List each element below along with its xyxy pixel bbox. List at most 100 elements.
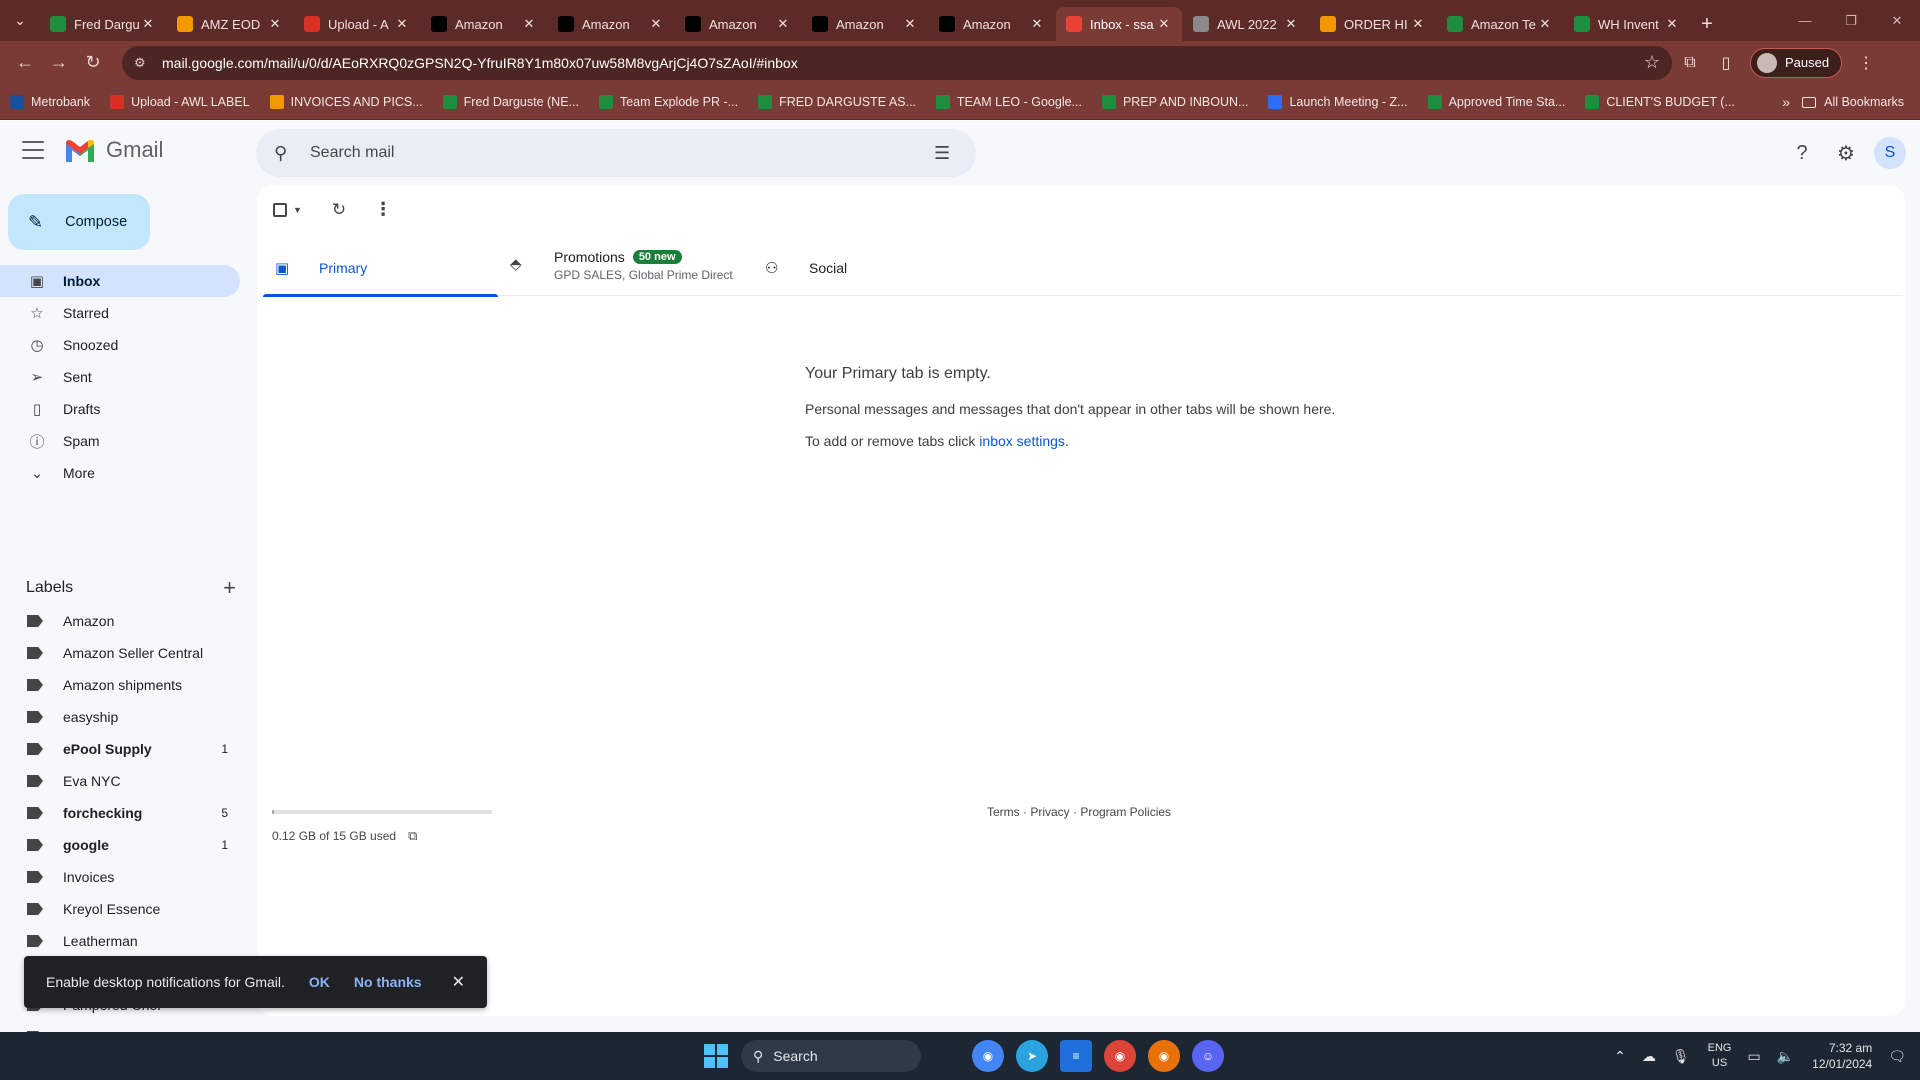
forward-button[interactable]: →: [42, 46, 76, 80]
search-input[interactable]: [310, 144, 934, 162]
minimize-button[interactable]: —: [1782, 0, 1828, 41]
open-storage-icon[interactable]: ⧉: [408, 828, 417, 844]
bookmark-item[interactable]: CLIENT'S BUDGET (...: [1585, 94, 1735, 109]
browser-tab[interactable]: Amazon Te ✕: [1437, 7, 1563, 41]
bookmark-item[interactable]: Team Explode PR -...: [598, 94, 738, 109]
close-tab-icon[interactable]: ✕: [1537, 16, 1553, 32]
chrome-profile-icon[interactable]: ◉: [972, 1040, 1004, 1072]
close-tab-icon[interactable]: ✕: [1664, 16, 1680, 32]
search-options-icon[interactable]: ☰: [934, 143, 958, 164]
refresh-icon[interactable]: ↻: [332, 200, 346, 220]
snackbar-close-icon[interactable]: ✕: [452, 972, 465, 992]
more-options-icon[interactable]: ⋮: [374, 199, 392, 220]
search-icon[interactable]: ⚲: [274, 143, 298, 164]
browser-tab[interactable]: Amazon ✕: [929, 7, 1055, 41]
sidebar-item-snoozed[interactable]: ◷ Snoozed: [0, 329, 240, 361]
search-bar[interactable]: ⚲ ☰: [256, 129, 976, 177]
chrome-alt-icon[interactable]: ◉: [1148, 1040, 1180, 1072]
close-tab-icon[interactable]: ✕: [1283, 16, 1299, 32]
sidebar-item-inbox[interactable]: ▣ Inbox: [0, 265, 240, 297]
compose-button[interactable]: ✎ Compose: [8, 194, 150, 250]
bookmark-item[interactable]: Launch Meeting - Z...: [1268, 94, 1408, 109]
close-tab-icon[interactable]: ✕: [1410, 16, 1426, 32]
label-item[interactable]: [0, 1021, 240, 1032]
sidebar-item-more[interactable]: ⌄ More: [0, 457, 240, 489]
sidebar-item-sent[interactable]: ➢ Sent: [0, 361, 240, 393]
close-tab-icon[interactable]: ✕: [267, 16, 283, 32]
bookmark-item[interactable]: Upload - AWL LABEL: [110, 94, 250, 109]
tray-chevron-up-icon[interactable]: ⌃: [1614, 1048, 1626, 1065]
label-item[interactable]: Amazon: [0, 605, 240, 637]
maximize-button[interactable]: ❐: [1828, 0, 1874, 41]
tab-search-button[interactable]: ⌄: [0, 0, 40, 41]
telegram-icon[interactable]: ➤: [1016, 1040, 1048, 1072]
bookmark-star-icon[interactable]: ☆: [1644, 52, 1660, 73]
label-item[interactable]: Invoices: [0, 861, 240, 893]
bookmark-item[interactable]: Metrobank: [10, 94, 90, 109]
reload-button[interactable]: ↻: [76, 46, 110, 80]
settings-gear-icon[interactable]: ⚙: [1824, 131, 1868, 175]
label-item[interactable]: google 1: [0, 829, 240, 861]
close-tab-icon[interactable]: ✕: [394, 16, 410, 32]
close-tab-icon[interactable]: ✕: [521, 16, 537, 32]
browser-tab[interactable]: Inbox - ssa ✕: [1056, 7, 1182, 41]
sidebar-item-starred[interactable]: ☆ Starred: [0, 297, 240, 329]
all-bookmarks-button[interactable]: All Bookmarks: [1802, 84, 1904, 120]
taskbar-search[interactable]: ⚲ Search: [741, 1040, 921, 1072]
close-tab-icon[interactable]: ✕: [1156, 16, 1172, 32]
volume-icon[interactable]: 🔈: [1777, 1048, 1794, 1065]
site-info-icon[interactable]: ⚙: [134, 55, 152, 71]
bookmark-item[interactable]: INVOICES AND PICS...: [269, 94, 423, 109]
discord-icon[interactable]: ☺: [1192, 1040, 1224, 1072]
label-item[interactable]: easyship: [0, 701, 240, 733]
snackbar-no-thanks-button[interactable]: No thanks: [354, 974, 422, 990]
back-button[interactable]: ←: [8, 46, 42, 80]
url-text[interactable]: mail.google.com/mail/u/0/d/AEoRXRQ0zGPSN…: [162, 55, 1644, 71]
label-item[interactable]: Eva NYC: [0, 765, 240, 797]
browser-tab[interactable]: Amazon ✕: [421, 7, 547, 41]
close-tab-icon[interactable]: ✕: [775, 16, 791, 32]
browser-menu-icon[interactable]: ⋮: [1848, 46, 1884, 80]
profile-paused-button[interactable]: Paused: [1750, 47, 1843, 78]
tab-social[interactable]: ⚇ Social: [753, 239, 953, 296]
browser-tab[interactable]: Fred Dargu ✕: [40, 7, 166, 41]
bookmark-item[interactable]: FRED DARGUSTE AS...: [758, 94, 916, 109]
select-all-checkbox[interactable]: [273, 202, 287, 217]
label-item[interactable]: Kreyol Essence: [0, 893, 240, 925]
browser-tab[interactable]: ORDER HI ✕: [1310, 7, 1436, 41]
label-item[interactable]: Amazon Seller Central: [0, 637, 240, 669]
label-item[interactable]: Amazon shipments: [0, 669, 240, 701]
onedrive-icon[interactable]: ☁: [1642, 1048, 1656, 1065]
create-label-icon[interactable]: +: [223, 575, 236, 601]
browser-tab[interactable]: WH Invent ✕: [1564, 7, 1690, 41]
close-tab-icon[interactable]: ✕: [902, 16, 918, 32]
chrome-icon[interactable]: ◉: [1104, 1040, 1136, 1072]
side-panel-icon[interactable]: ▯: [1708, 46, 1744, 80]
bookmark-item[interactable]: PREP AND INBOUN...: [1101, 94, 1248, 109]
sidebar-item-spam[interactable]: ⓘ Spam: [0, 425, 240, 457]
browser-tab[interactable]: Upload - A ✕: [294, 7, 420, 41]
label-item[interactable]: forchecking 5: [0, 797, 240, 829]
footer-links[interactable]: Terms · Privacy · Program Policies: [987, 805, 1171, 819]
bookmark-item[interactable]: Fred Darguste (NE...: [442, 94, 579, 109]
notepad-icon[interactable]: ≡: [1060, 1040, 1092, 1072]
microphone-icon[interactable]: 🎙: [1672, 1048, 1690, 1065]
main-menu-icon[interactable]: [22, 141, 44, 159]
more-bookmarks-button[interactable]: »: [1782, 84, 1790, 120]
network-icon[interactable]: ▭: [1747, 1048, 1760, 1065]
address-bar[interactable]: ⚙ mail.google.com/mail/u/0/d/AEoRXRQ0zGP…: [122, 45, 1672, 80]
new-tab-button[interactable]: +: [1691, 7, 1723, 41]
close-tab-icon[interactable]: ✕: [140, 16, 156, 32]
browser-tab[interactable]: Amazon ✕: [675, 7, 801, 41]
inbox-settings-link[interactable]: inbox settings: [979, 433, 1065, 449]
browser-tab[interactable]: AMZ EOD ✕: [167, 7, 293, 41]
browser-tab[interactable]: Amazon ✕: [802, 7, 928, 41]
extensions-icon[interactable]: ⧉: [1672, 46, 1708, 80]
label-item[interactable]: ePool Supply 1: [0, 733, 240, 765]
close-tab-icon[interactable]: ✕: [648, 16, 664, 32]
notifications-icon[interactable]: 🗨: [1888, 1048, 1906, 1065]
help-icon[interactable]: ?: [1780, 131, 1824, 175]
bookmark-item[interactable]: TEAM LEO - Google...: [935, 94, 1082, 109]
browser-tab[interactable]: AWL 2022 ✕: [1183, 7, 1309, 41]
sidebar-item-drafts[interactable]: ▯ Drafts: [0, 393, 240, 425]
